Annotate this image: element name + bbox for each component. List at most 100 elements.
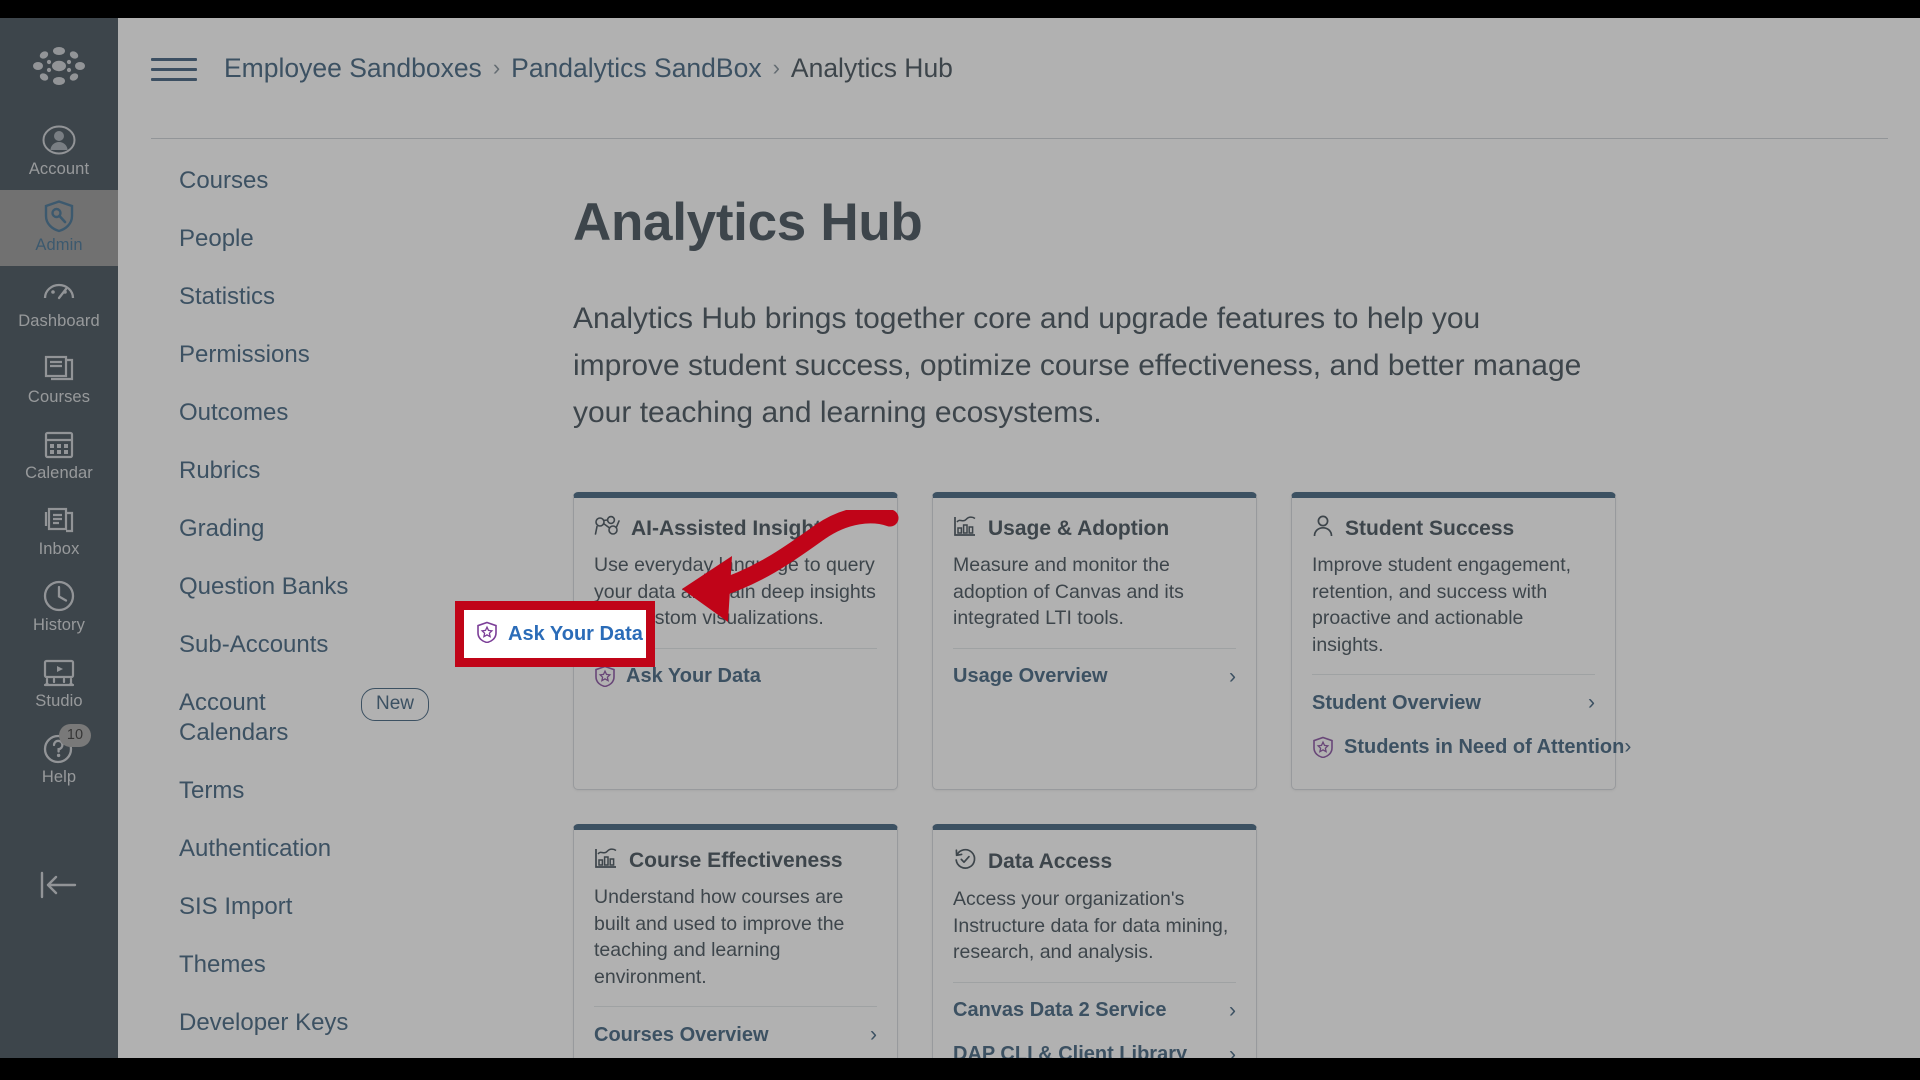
hamburger-menu-icon[interactable]: [151, 51, 197, 85]
card-header: Usage & Adoption: [953, 515, 1236, 542]
chevron-right-icon: ›: [1588, 691, 1595, 714]
premium-shield-star-icon: [1312, 736, 1334, 758]
sidebar-item-courses[interactable]: Courses: [151, 166, 429, 196]
chevron-right-icon: ›: [870, 1023, 877, 1046]
gauge-icon: [42, 275, 76, 309]
sidebar-item-sis-import[interactable]: SIS Import: [151, 892, 429, 922]
ai-nodes-icon: [594, 515, 620, 542]
card-link-usage-overview[interactable]: Usage Overview ›: [953, 655, 1236, 699]
card-header: Course Effectiveness: [594, 847, 877, 874]
card-link-student-overview[interactable]: Student Overview ›: [1312, 681, 1595, 725]
clock-check-icon: [953, 847, 977, 876]
card-links: Usage Overview ›: [953, 655, 1236, 699]
sidebar-item-label: Terms: [179, 777, 245, 804]
global-nav-admin[interactable]: Admin: [0, 190, 118, 266]
breadcrumb-divider: [151, 138, 1888, 139]
card-description: Access your organization's Instructure d…: [953, 888, 1229, 963]
sidebar-item-label: Sub-Accounts: [179, 631, 329, 658]
sidebar-item-label: Grading: [179, 515, 265, 542]
card-link-students-in-need-of-attention[interactable]: Students in Need of Attention ›: [1312, 725, 1631, 769]
premium-shield-star-icon: [594, 665, 616, 687]
sidebar-item-question-banks[interactable]: Question Banks: [151, 572, 429, 602]
sidebar-item-label: Question Banks: [179, 573, 349, 600]
page-title: Analytics Hub: [573, 193, 923, 252]
card-course-effectiveness: Course Effectiveness Understand how cour…: [573, 824, 898, 1080]
sidebar-item-label: Themes: [179, 951, 266, 978]
sidebar-item-account-calendars[interactable]: Account Calendars New: [151, 688, 429, 748]
sidebar-item-themes[interactable]: Themes: [151, 950, 429, 980]
sidebar-item-grading[interactable]: Grading: [151, 514, 429, 544]
global-nav-label: Courses: [27, 388, 91, 406]
sidebar-item-outcomes[interactable]: Outcomes: [151, 398, 429, 428]
sidebar-item-sub-accounts[interactable]: Sub-Accounts: [151, 630, 429, 660]
sidebar-item-permissions[interactable]: Permissions: [151, 340, 429, 370]
sidebar-item-label: Statistics: [179, 283, 276, 310]
global-nav-studio[interactable]: Studio: [0, 646, 118, 722]
card-title: Student Success: [1345, 516, 1515, 540]
card-divider: [594, 1006, 877, 1007]
breadcrumb-separator: ›: [772, 55, 780, 80]
card-usage-and-adoption: Usage & Adoption Measure and monitor the…: [932, 492, 1257, 790]
sidebar-item-label: People: [179, 225, 254, 252]
global-nav-courses[interactable]: Courses: [0, 342, 118, 418]
global-nav-label: Inbox: [38, 540, 80, 558]
studio-video-icon: [42, 655, 76, 689]
card-link-label: Canvas Data 2 Service: [953, 999, 1167, 1021]
card-link-label: Student Overview: [1312, 691, 1481, 714]
canvas-logo[interactable]: [0, 18, 118, 114]
card-description: Improve student engagement, retention, a…: [1312, 554, 1572, 656]
bar-chart-icon: [594, 847, 618, 874]
breadcrumb-separator: ›: [492, 55, 501, 80]
global-navigation: Account Admin Dashboard Courses Calendar…: [0, 18, 118, 1058]
global-nav-calendar[interactable]: Calendar: [0, 418, 118, 494]
global-nav-label: Studio: [35, 692, 83, 710]
card-header: Student Success: [1312, 515, 1595, 542]
sidebar-item-developer-keys[interactable]: Developer Keys: [151, 1008, 429, 1038]
breadcrumb-item-pandalytics-sandbox[interactable]: Pandalytics SandBox: [511, 53, 761, 84]
card-data-access: Data Access Access your organization's I…: [932, 824, 1257, 1080]
card-divider: [953, 647, 1236, 649]
card-link-label: Courses Overview: [594, 1023, 769, 1046]
collapse-left-arrow-icon[interactable]: [0, 850, 118, 920]
global-nav-label: History: [32, 616, 86, 634]
sidebar-item-label: Account Calendars: [179, 689, 289, 746]
card-divider: [953, 981, 1236, 983]
breadcrumb-item-employee-sandboxes[interactable]: Employee Sandboxes: [224, 53, 482, 84]
global-nav-history[interactable]: History: [0, 570, 118, 646]
card-title: Course Effectiveness: [629, 848, 843, 872]
card-link-canvas-data-2-service[interactable]: Canvas Data 2 Service ›: [953, 989, 1236, 1033]
card-link-courses-overview[interactable]: Courses Overview ›: [594, 1013, 877, 1057]
sidebar-item-people[interactable]: People: [151, 224, 429, 254]
global-nav-label: Account: [28, 160, 90, 178]
inbox-icon: [42, 503, 76, 537]
user-avatar-icon: [42, 123, 76, 157]
chevron-right-icon: ›: [1229, 664, 1236, 688]
account-navigation: Courses People Statistics Permissions Ou…: [151, 166, 451, 1080]
global-nav-inbox[interactable]: Inbox: [0, 494, 118, 570]
card-student-success: Student Success Improve student engageme…: [1291, 492, 1631, 790]
highlight-label: Ask Your Data: [508, 622, 643, 645]
global-nav-dashboard[interactable]: Dashboard: [0, 266, 118, 342]
breadcrumb-bar: Employee Sandboxes › Pandalytics SandBox…: [118, 18, 1920, 118]
card-title: Usage & Adoption: [988, 516, 1170, 540]
global-nav-label: Help: [41, 768, 77, 786]
sidebar-item-terms[interactable]: Terms: [151, 776, 429, 806]
sidebar-item-authentication[interactable]: Authentication: [151, 834, 429, 864]
page-intro-text: Analytics Hub brings together core and u…: [573, 302, 1582, 429]
global-nav-help[interactable]: 10 Help: [0, 722, 118, 798]
clock-icon: [42, 579, 76, 613]
global-nav-label: Dashboard: [18, 312, 100, 330]
sidebar-item-label: Courses: [179, 167, 269, 194]
breadcrumb-item-analytics-hub: Analytics Hub: [790, 52, 953, 83]
highlight-box-ask-your-data[interactable]: Ask Your Data: [455, 601, 655, 667]
sidebar-item-label: Developer Keys: [179, 1009, 349, 1036]
sidebar-item-label: Rubrics: [179, 457, 261, 484]
global-nav-label: Calendar: [25, 464, 93, 482]
card-description: Measure and monitor the adoption of Canv…: [953, 554, 1184, 629]
sidebar-item-statistics[interactable]: Statistics: [151, 282, 429, 312]
screen: Account Admin Dashboard Courses Calendar…: [0, 0, 1920, 1080]
letterbox-top: [0, 0, 1920, 18]
sidebar-item-rubrics[interactable]: Rubrics: [151, 456, 429, 486]
card-links: Student Overview › Students in Need of A…: [1312, 681, 1631, 769]
global-nav-account[interactable]: Account: [0, 114, 118, 190]
